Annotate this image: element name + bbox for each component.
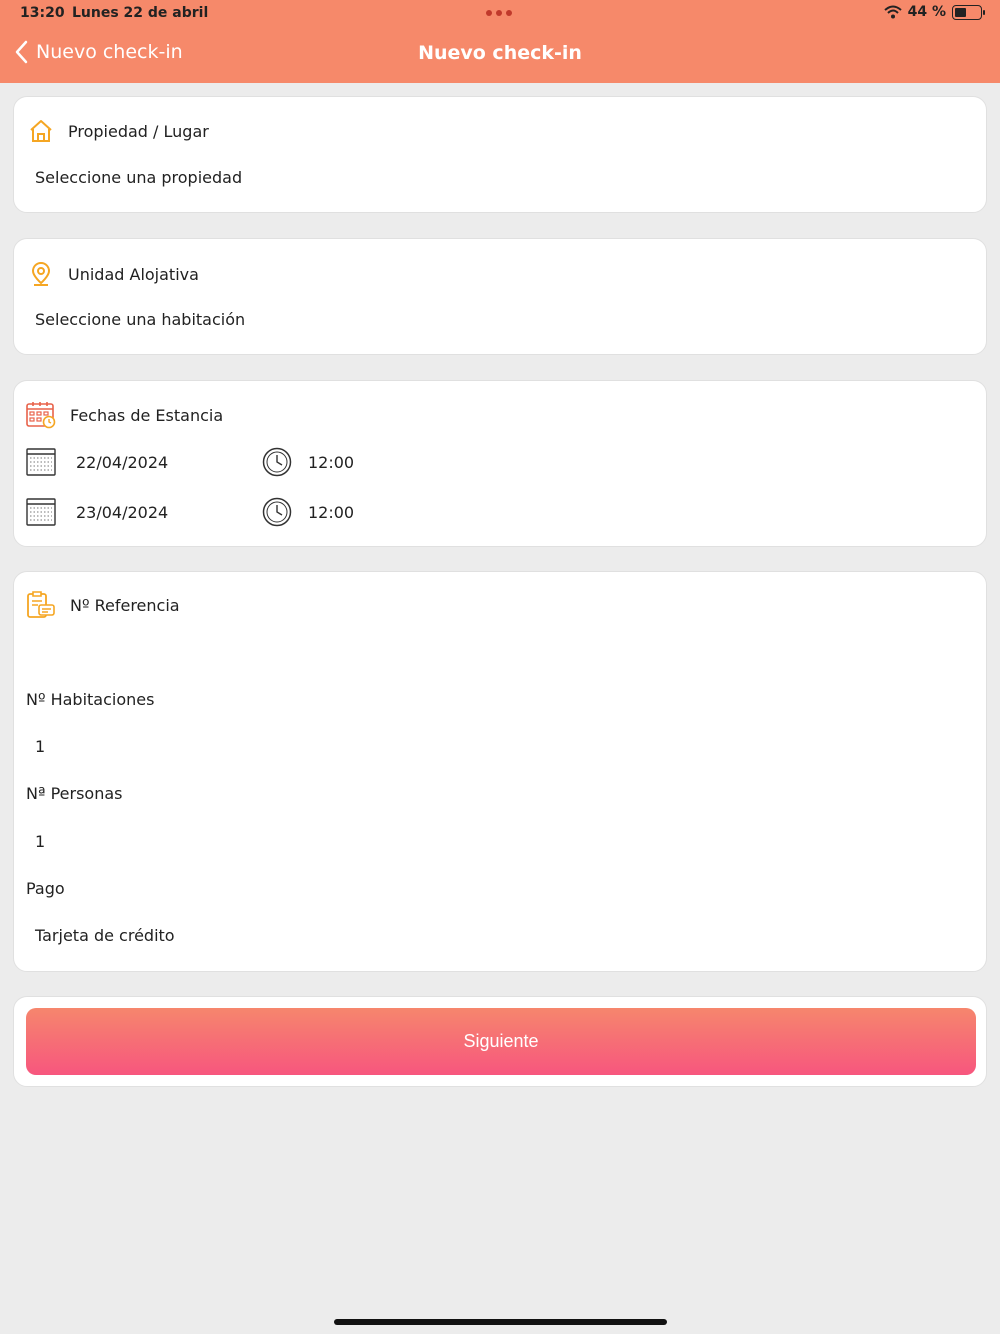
actions-card: Siguiente [13,996,987,1087]
multitasking-dots[interactable] [486,10,512,16]
battery-icon [952,4,985,20]
property-header: Propiedad / Lugar [28,119,209,143]
property-select[interactable]: Seleccione una propiedad [35,168,242,187]
wifi-icon [883,5,902,19]
unit-select[interactable]: Seleccione una habitación [35,310,245,329]
checkin-date[interactable]: 22/04/2024 [76,453,262,472]
calendar-small-icon[interactable] [26,498,56,526]
location-pin-icon [31,261,51,286]
unit-title: Unidad Alojativa [68,264,199,284]
next-button[interactable]: Siguiente [26,1008,976,1075]
checkout-row: 23/04/2024 12:00 [26,497,354,527]
reference-header: Nº Referencia [26,590,180,620]
battery-percent: 44 % [907,4,946,20]
reference-icon [27,591,55,618]
top-bar: 13:20 Lunes 22 de abril 44 % Nuevo check… [0,0,1000,83]
checkout-date[interactable]: 23/04/2024 [76,503,262,522]
status-right: 44 % [883,4,985,20]
rooms-input[interactable]: 1 [35,737,45,756]
home-indicator[interactable] [334,1319,667,1325]
status-date: Lunes 22 de abril [72,5,209,21]
page-title: Nuevo check-in [418,42,582,64]
unit-card[interactable]: Unidad Alojativa Seleccione una habitaci… [13,238,987,355]
payment-label: Pago [26,879,65,898]
reference-input[interactable] [35,650,935,674]
property-card[interactable]: Propiedad / Lugar Seleccione una propied… [13,96,987,213]
reference-title: Nº Referencia [70,595,180,615]
rooms-label: Nº Habitaciones [26,690,155,709]
clock-icon[interactable] [262,497,292,527]
people-label: Nª Personas [26,784,123,803]
checkin-row: 22/04/2024 12:00 [26,447,354,477]
dates-header: Fechas de Estancia [26,401,223,429]
dates-card: Fechas de Estancia 22/04/2024 12:00 23/0… [13,380,987,547]
calendar-small-icon[interactable] [26,448,56,476]
payment-select[interactable]: Tarjeta de crédito [35,926,175,945]
calendar-icon [26,402,56,429]
home-icon [30,120,52,142]
checkin-time[interactable]: 12:00 [308,453,354,472]
dates-title: Fechas de Estancia [70,405,224,425]
reference-card: Nº Referencia Nº Habitaciones 1 Nª Perso… [13,571,987,972]
people-input[interactable]: 1 [35,832,45,851]
status-time: 13:20 [20,5,65,21]
checkout-time[interactable]: 12:00 [308,503,354,522]
property-title: Propiedad / Lugar [68,121,209,141]
unit-header: Unidad Alojativa [28,261,199,287]
clock-icon[interactable] [262,447,292,477]
